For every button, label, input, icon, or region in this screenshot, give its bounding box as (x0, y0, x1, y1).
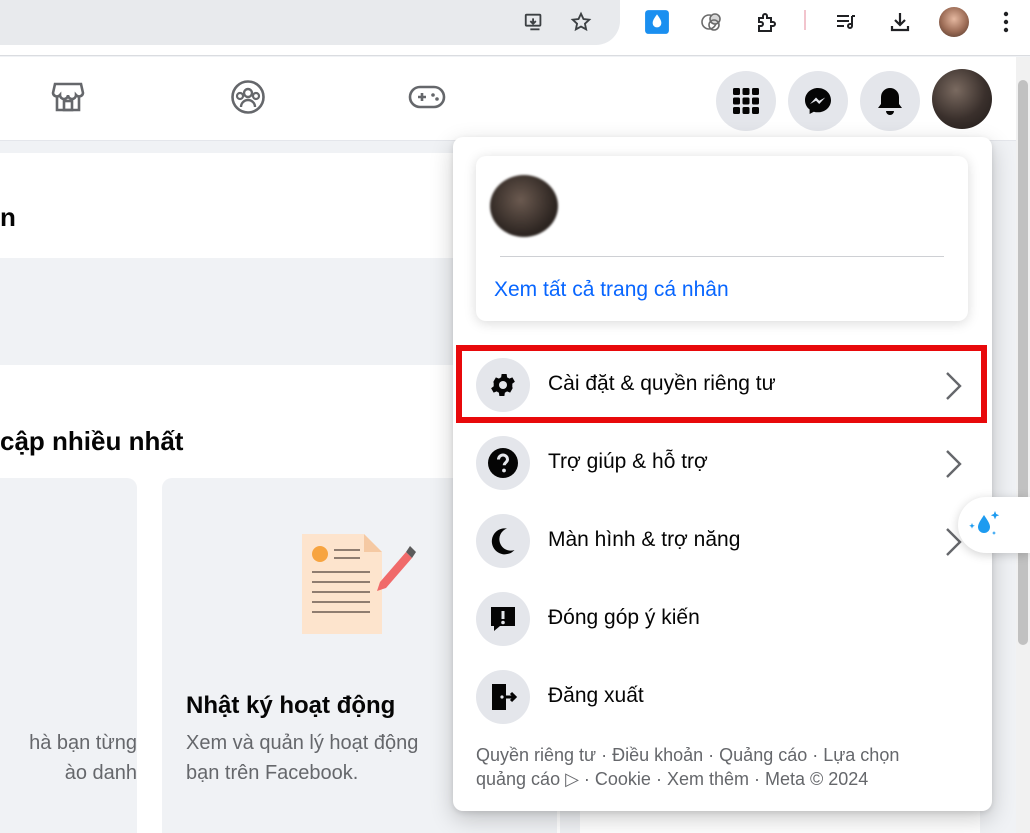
menu-item-give-feedback[interactable]: Đóng góp ý kiến (466, 584, 976, 654)
download-icon[interactable] (884, 6, 916, 38)
section-title: cập nhiều nhất (0, 426, 184, 456)
section-title: n (0, 202, 16, 232)
profile-avatar-icon[interactable] (938, 6, 970, 38)
scrollbar-thumb[interactable] (1018, 80, 1028, 645)
see-all-profiles-link[interactable]: Xem tất cả trang cá nhân (494, 278, 729, 302)
browser-toolbar (0, 0, 1030, 56)
profile-avatar[interactable] (490, 175, 558, 237)
card-description: hà bạn từng ào danh (0, 728, 137, 788)
more-vert-icon[interactable] (990, 6, 1022, 38)
marketplace-icon[interactable] (48, 77, 88, 117)
groups-icon[interactable] (228, 77, 268, 117)
logout-door-icon (476, 670, 530, 724)
help-question-icon (476, 436, 530, 490)
card-description-line: bạn trên Facebook. (186, 762, 359, 784)
menu-grid-icon[interactable] (716, 71, 776, 131)
facebook-top-nav (0, 57, 1016, 141)
background-placeholder (0, 258, 470, 365)
puzzle-extensions-icon[interactable] (750, 6, 782, 38)
menu-item-label: Đóng góp ý kiến (548, 606, 700, 629)
chevron-right-icon (942, 448, 966, 480)
menu-item-logout[interactable]: Đăng xuất (466, 662, 976, 732)
menu-item-display-accessibility[interactable]: Màn hình & trợ năng (466, 506, 976, 576)
toolbar-separator (804, 10, 806, 30)
extension-circles-icon[interactable] (696, 6, 728, 38)
bookmark-star-icon[interactable] (565, 6, 597, 38)
profile-divider (500, 256, 944, 257)
sparkle-drop-icon (969, 511, 1000, 535)
account-avatar[interactable] (932, 69, 992, 129)
messenger-icon[interactable] (788, 71, 848, 131)
card-description-line: Xem và quản lý hoạt động (186, 732, 419, 754)
menu-footer: Quyền riêng tư · Điều khoản · Quảng cáo … (476, 743, 976, 791)
media-queue-icon[interactable] (830, 6, 862, 38)
card-description-line: ào danh (64, 762, 137, 784)
feedback-exclamation-icon (476, 592, 530, 646)
water-drop-extension-icon[interactable] (641, 6, 673, 38)
activity-log-illustration (300, 530, 420, 640)
install-app-icon[interactable] (518, 6, 550, 38)
gaming-icon[interactable] (407, 77, 447, 117)
footer-links-line[interactable]: quảng cáo ▷ · Cookie · Xem thêm · Meta ©… (476, 767, 976, 791)
menu-item-help-support[interactable]: Trợ giúp & hỗ trợ (466, 428, 976, 498)
card-title: Nhật ký hoạt động (186, 692, 396, 719)
menu-item-label: Đăng xuất (548, 684, 644, 707)
footer-links-line[interactable]: Quyền riêng tư · Điều khoản · Quảng cáo … (476, 743, 976, 767)
card-description: Xem và quản lý hoạt động bạn trên Facebo… (186, 728, 456, 788)
menu-item-label: Màn hình & trợ năng (548, 528, 741, 551)
notifications-bell-icon[interactable] (860, 71, 920, 131)
menu-item-label: Trợ giúp & hỗ trợ (548, 450, 708, 473)
card-description-line: hà bạn từng (29, 732, 137, 754)
moon-icon (476, 514, 530, 568)
highlight-box (456, 345, 987, 423)
floating-assistant-button[interactable] (958, 497, 1030, 553)
